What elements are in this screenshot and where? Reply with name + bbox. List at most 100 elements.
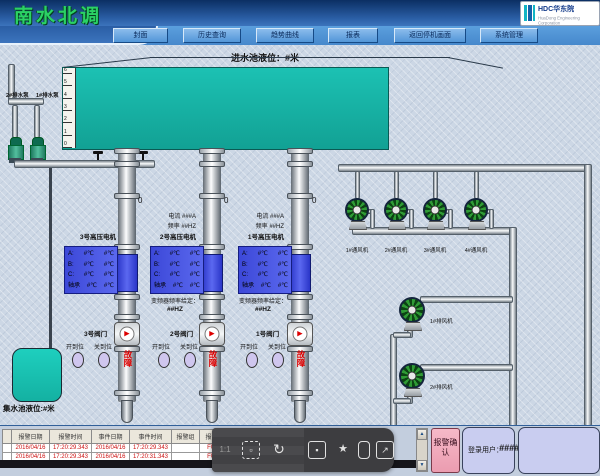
page-title: 南水北调 (14, 1, 102, 28)
fan-hub (353, 206, 362, 215)
sump-tank (12, 348, 62, 402)
exhaust-fan-1[interactable] (399, 297, 425, 323)
valve-1-open-indicator[interactable] (246, 352, 258, 368)
logo-text: HDC华东院 (538, 4, 574, 14)
valve-1-open-label: 开到位 (240, 342, 258, 351)
motor-2-temp-box: A:#℃#℃ B:#℃#℃ C:#℃#℃ 轴承#℃#℃ (150, 246, 204, 294)
pool-slant-right (448, 57, 503, 69)
vfd-1-label: 变频器频率给定： (232, 296, 294, 305)
fan-hub (408, 306, 417, 315)
valve-2-open-indicator[interactable] (158, 352, 170, 368)
pipe-segment (12, 105, 18, 138)
login-user-label: 登录用户： (468, 445, 503, 455)
supply-fan-3[interactable] (423, 198, 447, 222)
company-logo: HDC华东院 HuaDong Engineering Corporation (520, 1, 600, 26)
alarm-scrollbar[interactable]: ▲ ▼ (416, 428, 428, 472)
valve-3-body[interactable]: ▶ (114, 322, 140, 346)
exhaust-fan-1-label: 1#排风机 (430, 317, 453, 325)
drain-pump-2-label: 2#排水泵 (6, 91, 29, 99)
fan-hub (392, 206, 401, 215)
sump-level-label: 集水池液位:#米 (3, 403, 55, 414)
valve-1-body[interactable]: ▶ (287, 322, 313, 346)
motor-2-name: 2号高压电机 (142, 231, 196, 241)
exhaust-duct-h2 (420, 364, 513, 371)
drain-pump-1-label: 1#排水泵 (36, 91, 59, 99)
logo-tagline: HuaDong Engineering Corporation (538, 16, 590, 26)
login-user-panel[interactable]: 登录用户： #### (462, 427, 515, 474)
pump-tip (206, 400, 218, 423)
valve-3-close-indicator[interactable] (98, 352, 110, 368)
duct-v2 (509, 227, 517, 433)
valve-arrow-icon: ▶ (120, 327, 135, 342)
scroll-up-button[interactable]: ▲ (417, 429, 427, 440)
gauge-tick: 0 (63, 142, 72, 148)
rotate-icon[interactable]: ↻ (270, 441, 288, 459)
alarm-ack-button[interactable]: 报警确认 (431, 428, 460, 473)
nav-button-cover[interactable]: 封面 (113, 28, 168, 43)
gauge-tick: 3 (63, 105, 72, 111)
save-icon[interactable]: ▪ (308, 441, 326, 459)
selection-icon[interactable]: ▫ (242, 441, 260, 459)
overlay-toolbar: 1:1 ▫ ↻ ▪ ★ ↗ (212, 428, 394, 472)
motor-3-name: 3号高压电机 (62, 231, 116, 241)
valve-1-close-label: 关到位 (268, 342, 286, 351)
valve-3-position: 0 (138, 196, 142, 205)
valve-3-open-indicator[interactable] (72, 352, 84, 368)
fan-hub (408, 372, 417, 381)
valve-2-close-label: 关到位 (180, 342, 198, 351)
valve-1-position: 0 (312, 196, 316, 205)
supply-fan-4-label: 4#通风机 (458, 246, 494, 254)
valve-2-open-label: 开到位 (152, 342, 170, 351)
gauge-tick: 4 (63, 93, 72, 99)
gauge-tick: 2 (63, 117, 72, 123)
scada-screen: 南水北调 HDC华东院 HuaDong Engineering Corporat… (0, 0, 600, 476)
motor-1-section (289, 254, 311, 292)
pump-tip (121, 400, 133, 423)
valve-2-close-indicator[interactable] (184, 352, 196, 368)
footer-strip: 报警日期报警时间 事件日期事件时间 报警组报警值 限值报警类型 操作员 2016… (0, 425, 600, 476)
motor-2-current: 电流 ###A (142, 211, 196, 220)
nav-button-return-shutdown-screen[interactable]: 返回停机画面 (394, 28, 466, 43)
exhaust-fan-2[interactable] (399, 363, 425, 389)
gauge-tick: 1 (63, 130, 72, 136)
fan-hub (431, 206, 440, 215)
share-icon[interactable]: ↗ (376, 441, 394, 459)
supply-duct-top (338, 164, 591, 172)
fault-text-1: 故障 (293, 350, 308, 388)
login-user-value: #### (499, 443, 519, 453)
valve-arrow-icon: ▶ (293, 327, 308, 342)
footer-empty-panel[interactable] (518, 427, 600, 474)
valve-2-label: 2号阀门 (170, 328, 193, 338)
motor-2-frequency: 频率 ##HZ (142, 221, 196, 230)
pump-tip (294, 400, 306, 423)
fault-text-2: 故障 (205, 350, 220, 388)
supply-fan-3-label: 3#通风机 (417, 246, 453, 254)
logo-bars-icon (524, 5, 535, 21)
scroll-down-button[interactable]: ▼ (417, 460, 427, 471)
valve-1-close-indicator[interactable] (272, 352, 284, 368)
phone-icon[interactable] (358, 441, 370, 459)
valve-3-close-label: 关到位 (94, 342, 112, 351)
manual-valve-icon[interactable] (93, 151, 103, 160)
nav-button-system-admin[interactable]: 系统管理 (480, 28, 538, 43)
motor-2-section (201, 254, 223, 292)
valve-1-label: 1号阀门 (256, 328, 279, 338)
gauge-tick: 6 (63, 68, 72, 74)
pipe-segment (34, 105, 40, 138)
bookmark-star-icon[interactable]: ★ (334, 441, 352, 459)
pipe-segment (8, 98, 44, 105)
level-gauge-ruler: 6 5 4 3 2 1 0 (63, 68, 76, 148)
gauge-tick: 5 (63, 80, 72, 86)
fault-text-3: 故障 (120, 350, 135, 388)
supply-fan-4[interactable] (464, 198, 488, 222)
exhaust-duct-h1 (420, 296, 513, 303)
nav-button-report[interactable]: 报表 (328, 28, 378, 43)
nav-button-trend-curve[interactable]: 趋势曲线 (256, 28, 314, 43)
valve-2-body[interactable]: ▶ (199, 322, 225, 346)
supply-fan-2[interactable] (384, 198, 408, 222)
valve-arrow-icon: ▶ (205, 327, 220, 342)
nav-button-history-query[interactable]: 历史查询 (183, 28, 241, 43)
supply-fan-1[interactable] (345, 198, 369, 222)
valve-2-position: 0 (224, 196, 228, 205)
vfd-2-value: ##HZ (144, 306, 206, 313)
